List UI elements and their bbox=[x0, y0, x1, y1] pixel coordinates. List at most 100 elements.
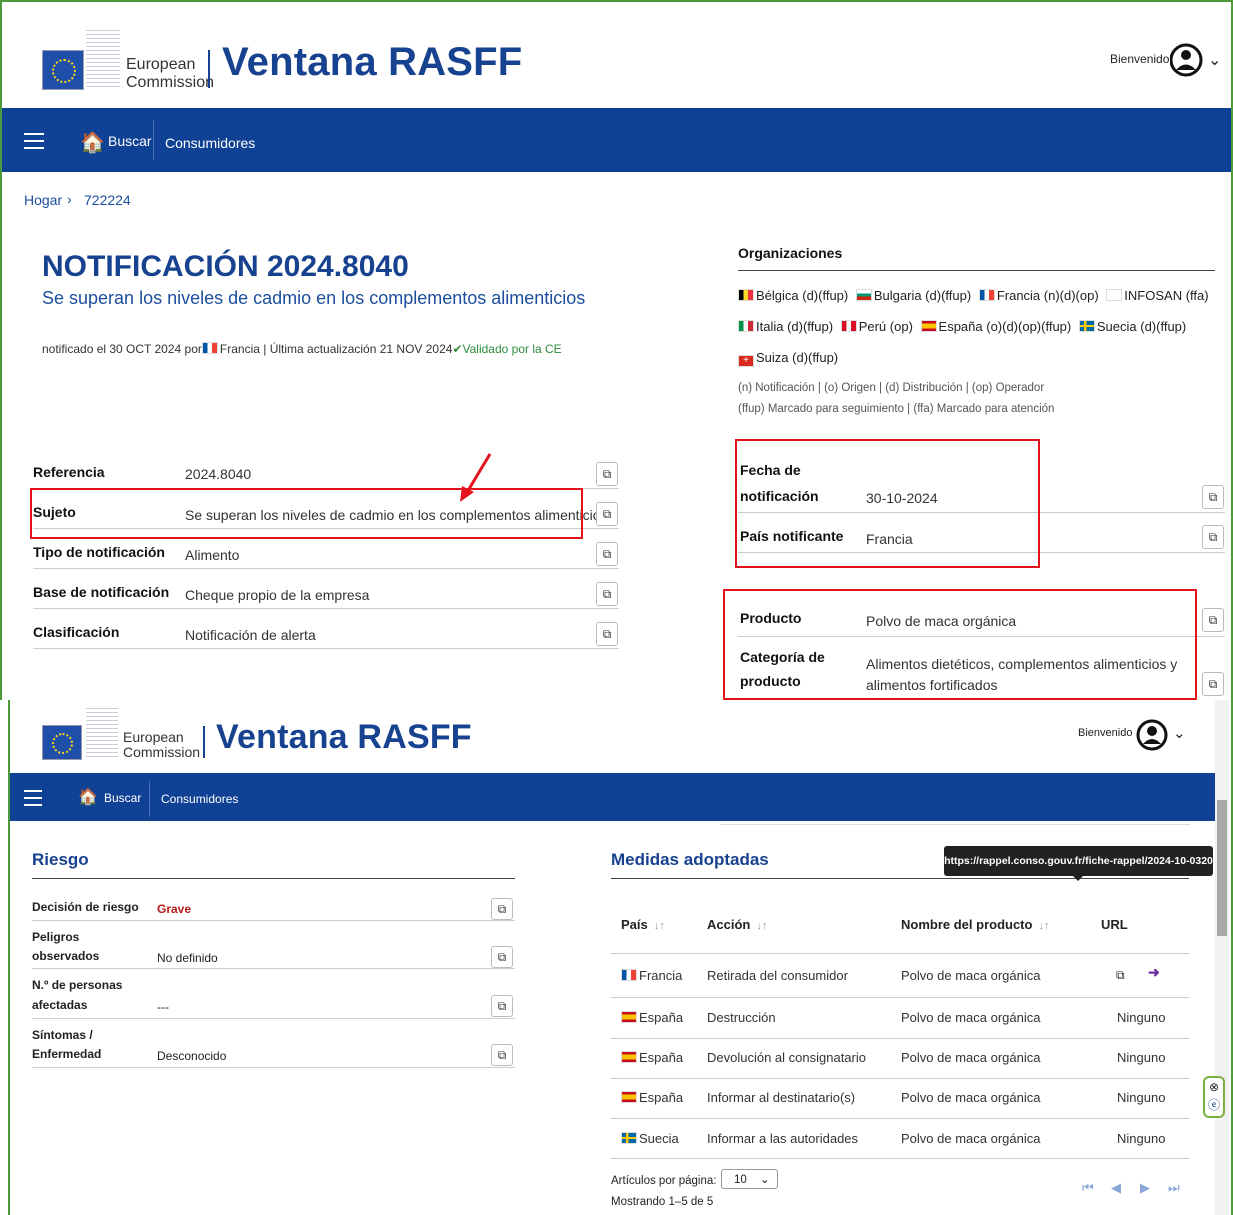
external-link-icon[interactable]: ➜ bbox=[1148, 964, 1160, 981]
copy-icon[interactable]: ⧉ bbox=[491, 995, 513, 1017]
sweden-flag-icon bbox=[621, 1132, 637, 1144]
home-icon[interactable]: 🏠 bbox=[78, 787, 98, 807]
row-country: Suecia bbox=[621, 1131, 679, 1146]
detail-label-type: Tipo de notificación bbox=[33, 544, 165, 560]
org-france: Francia (n)(d)(op) bbox=[996, 288, 1099, 303]
spain-flag-icon bbox=[920, 320, 937, 332]
col-header-product[interactable]: Nombre del producto ↓↑ bbox=[901, 917, 1049, 932]
scrollbar[interactable] bbox=[1215, 700, 1229, 1215]
organizations-line-2: Italia (d)(ffup) Perú (op) España (o)(d)… bbox=[738, 319, 1186, 334]
accessibility-widget[interactable]: ⊗ ⓔ bbox=[1203, 1076, 1225, 1118]
screen-2: European Commission Ventana RASFF Bienve… bbox=[8, 700, 1233, 1215]
bulgaria-flag-icon bbox=[855, 289, 872, 301]
copy-icon[interactable]: ⧉ bbox=[596, 542, 618, 566]
risk-hazards-label-1: Peligros bbox=[32, 930, 80, 944]
risk-decision-label: Decisión de riesgo bbox=[32, 900, 139, 914]
breadcrumb-home[interactable]: Hogar bbox=[24, 192, 62, 208]
risk-title: Riesgo bbox=[32, 850, 89, 869]
nav-divider bbox=[149, 781, 150, 817]
copy-icon[interactable]: ⧉ bbox=[596, 622, 618, 646]
brand-european: European bbox=[126, 56, 196, 73]
tooltip-pointer bbox=[1072, 875, 1084, 881]
nav-divider bbox=[153, 120, 154, 160]
pagination-summary: Mostrando 1–5 de 5 bbox=[611, 1196, 714, 1208]
main-navbar: 🏠 Buscar Consumidores bbox=[2, 108, 1231, 172]
copy-icon[interactable]: ⧉ bbox=[1202, 525, 1224, 549]
copy-icon[interactable]: ⧉ bbox=[596, 462, 618, 486]
scrollbar-thumb[interactable] bbox=[1217, 800, 1227, 936]
col-header-country[interactable]: País ↓↑ bbox=[621, 917, 665, 932]
row-country: España bbox=[621, 1010, 683, 1025]
organizations-legend-2: (ffup) Marcado para seguimiento | (ffa) … bbox=[738, 403, 1055, 415]
nav-search[interactable]: Buscar bbox=[108, 133, 152, 149]
copy-icon[interactable]: ⧉ bbox=[1202, 672, 1224, 696]
sort-icon[interactable]: ↓↑ bbox=[654, 920, 665, 932]
copy-icon[interactable]: ⧉ bbox=[1202, 485, 1224, 509]
e-icon[interactable]: ⓔ bbox=[1205, 1096, 1223, 1114]
col-header-url: URL bbox=[1101, 917, 1128, 932]
app-title: Ventana RASFF bbox=[216, 718, 472, 756]
row-action: Informar a las autoridades bbox=[707, 1131, 859, 1146]
sort-icon[interactable]: ↓↑ bbox=[1038, 920, 1049, 932]
risk-symptoms-label-2: Enfermedad bbox=[32, 1047, 102, 1061]
validated-text: Validado por la CE bbox=[462, 342, 562, 356]
meta-prefix: notificado el 30 OCT 2024 por bbox=[42, 342, 202, 356]
col-header-action[interactable]: Acción ↓↑ bbox=[707, 917, 767, 932]
italy-flag-icon bbox=[738, 320, 754, 332]
sort-icon[interactable]: ↓↑ bbox=[756, 920, 767, 932]
brand-divider bbox=[203, 726, 205, 758]
spain-flag-icon bbox=[621, 1051, 637, 1063]
next-page-icon[interactable]: ▶ bbox=[1140, 1180, 1150, 1196]
france-flag-icon bbox=[621, 969, 637, 981]
row-product: Polvo de maca orgánica bbox=[901, 1131, 1041, 1146]
welcome-text: Bienvenido bbox=[1110, 52, 1170, 66]
prev-page-icon[interactable]: ◀ bbox=[1111, 1180, 1121, 1196]
notification-meta: notificado el 30 OCT 2024 por Francia | Ú… bbox=[42, 342, 562, 356]
user-menu[interactable] bbox=[1136, 718, 1168, 752]
last-page-icon[interactable]: ⏭ bbox=[1168, 1180, 1180, 1196]
main-navbar: 🏠 Buscar Consumidores bbox=[10, 773, 1215, 821]
nav-consumers[interactable]: Consumidores bbox=[165, 135, 255, 151]
detail-value-reference: 2024.8040 bbox=[185, 466, 252, 482]
eu-flag-logo bbox=[42, 50, 84, 90]
close-icon[interactable]: ⊗ bbox=[1205, 1078, 1223, 1096]
row-url: Ninguno bbox=[1117, 1131, 1166, 1146]
brand-european: European bbox=[123, 729, 184, 745]
row-url: Ninguno bbox=[1117, 1050, 1166, 1065]
copy-icon[interactable]: ⧉ bbox=[1202, 608, 1224, 632]
row-url: Ninguno bbox=[1117, 1090, 1166, 1105]
home-icon[interactable]: 🏠 bbox=[80, 130, 105, 155]
copy-icon[interactable]: ⧉ bbox=[491, 946, 513, 968]
hamburger-menu-icon[interactable] bbox=[24, 128, 44, 154]
chevron-down-icon[interactable]: ⌄ bbox=[1208, 50, 1221, 70]
per-page-select[interactable]: 10 ⌄ bbox=[721, 1169, 778, 1189]
france-flag-icon bbox=[978, 289, 995, 301]
belgium-flag-icon bbox=[738, 289, 754, 301]
copy-icon[interactable]: ⧉ bbox=[596, 502, 618, 526]
detail-value-classification: Notificación de alerta bbox=[185, 627, 316, 643]
chevron-down-icon[interactable]: ⌄ bbox=[1173, 724, 1186, 742]
risk-hazards-value: No definido bbox=[157, 951, 218, 965]
per-page-label: Artículos por página: bbox=[611, 1175, 717, 1187]
copy-icon[interactable]: ⧉ bbox=[596, 582, 618, 606]
risk-people-label-1: N.º de personas bbox=[32, 978, 123, 992]
copy-icon[interactable]: ⧉ bbox=[491, 898, 513, 920]
nav-search[interactable]: Buscar bbox=[104, 791, 141, 805]
hamburger-menu-icon[interactable] bbox=[24, 785, 42, 811]
row-action: Informar al destinatario(s) bbox=[707, 1090, 856, 1105]
risk-symptoms-value: Desconocido bbox=[157, 1049, 227, 1063]
first-page-icon[interactable]: ⏮ bbox=[1082, 1180, 1094, 1196]
row-action: Destrucción bbox=[707, 1010, 776, 1025]
risk-decision-value: Grave bbox=[157, 902, 192, 916]
row-product: Polvo de maca orgánica bbox=[901, 1050, 1041, 1065]
row-country: Francia bbox=[621, 968, 682, 983]
copy-icon[interactable]: ⧉ bbox=[1116, 968, 1125, 983]
nav-consumers[interactable]: Consumidores bbox=[161, 792, 238, 806]
page-title: NOTIFICACIÓN 2024.8040 bbox=[42, 250, 409, 283]
switzerland-flag-icon: + bbox=[738, 355, 754, 367]
copy-icon[interactable]: ⧉ bbox=[491, 1044, 513, 1066]
screen-1: European Commission Ventana RASFF Bienve… bbox=[0, 0, 1233, 700]
detail-value-basis: Cheque propio de la empresa bbox=[185, 587, 370, 603]
user-menu[interactable] bbox=[1169, 40, 1204, 80]
page-subtitle: Se superan los niveles de cadmio en los … bbox=[42, 288, 586, 308]
